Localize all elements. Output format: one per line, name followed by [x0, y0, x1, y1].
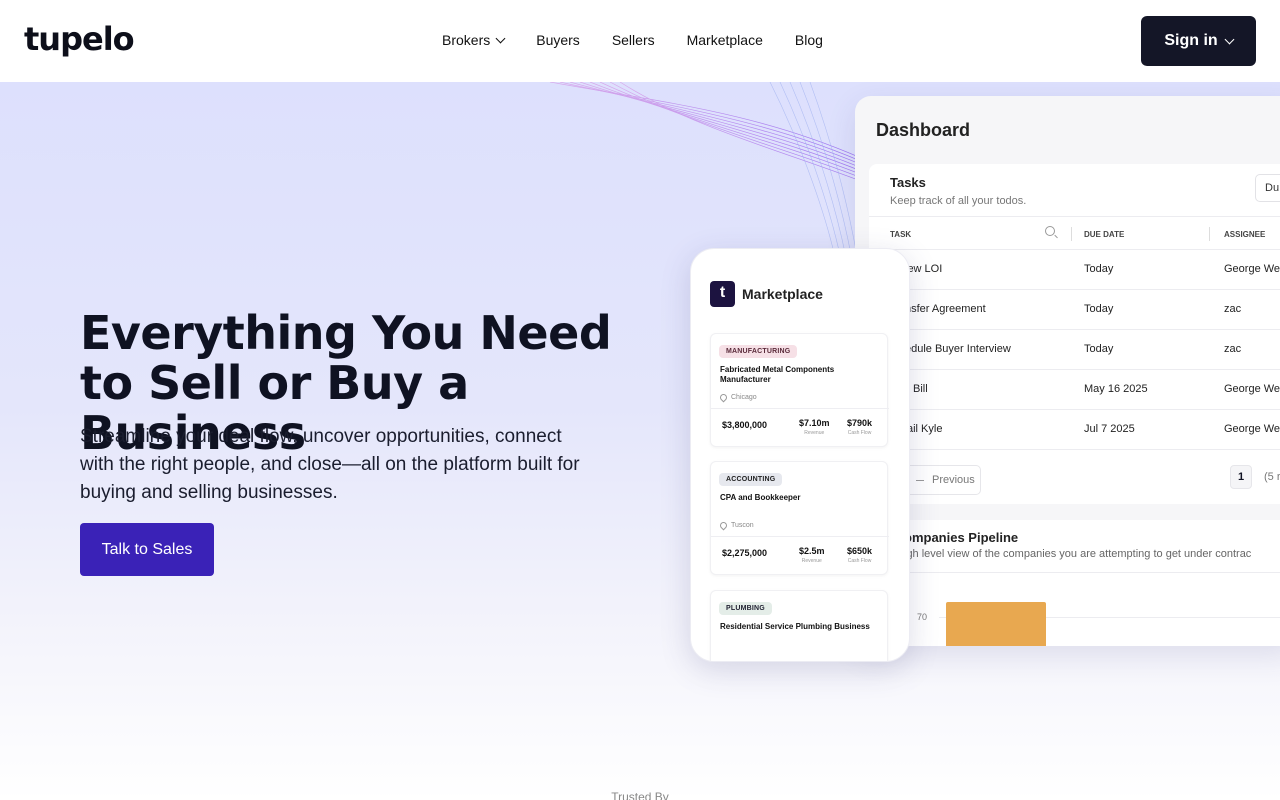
logo[interactable]: tupelo: [24, 20, 135, 58]
search-icon[interactable]: [1045, 226, 1055, 236]
column-due-date[interactable]: DUE DATE: [1084, 230, 1124, 239]
pipeline-title: ompanies Pipeline: [904, 530, 1019, 545]
hero-subline: Streamline your deal flow, uncover oppor…: [80, 426, 580, 503]
listing-price: $2,275,000: [722, 548, 768, 558]
tasks-filter-button[interactable]: Du: [1255, 174, 1280, 202]
table-row[interactable]: ail Kyle Jul 7 2025 George We: [869, 410, 1280, 450]
nav-brokers[interactable]: Brokers: [442, 32, 506, 48]
nav-marketplace[interactable]: Marketplace: [687, 32, 763, 48]
column-divider: [1209, 227, 1210, 241]
table-row[interactable]: nsfer Agreement Today zac: [869, 290, 1280, 330]
page-count: (5 r: [1264, 471, 1280, 483]
listing-card[interactable]: ACCOUNTING CPA and Bookkeeper Tuscon $2,…: [710, 461, 889, 575]
chevron-down-icon: [1224, 34, 1235, 44]
column-task[interactable]: TASK: [890, 230, 911, 239]
table-row[interactable]: edule Buyer Interview Today zac: [869, 330, 1280, 370]
listing-price: $3,800,000: [722, 420, 768, 430]
pipeline-card: ompanies Pipeline igh level view of the …: [869, 520, 1280, 646]
table-row[interactable]: Bill May 16 2025 George We: [869, 370, 1280, 410]
divider: [869, 572, 1280, 573]
arrow-left-icon: [916, 480, 924, 482]
pipeline-bar[interactable]: [946, 602, 1046, 646]
listing-location: Chicago: [718, 392, 757, 403]
listing-revenue: $2.5m Revenue: [799, 546, 825, 564]
tasks-card: Tasks Keep track of all your todos. Du T…: [869, 164, 1280, 504]
sign-in-button[interactable]: Sign in: [1141, 16, 1256, 66]
category-tag: PLUMBING: [719, 602, 772, 615]
nav-links: Brokers Buyers Sellers Marketplace Blog: [442, 32, 823, 48]
divider: [711, 536, 889, 537]
marketplace-phone-preview: t Marketplace MANUFACTURING Fabricated M…: [690, 248, 910, 662]
marketplace-title: Marketplace: [742, 286, 823, 302]
location-pin-icon: [718, 392, 729, 403]
marketplace-logo: t: [710, 281, 735, 307]
page-number[interactable]: 1: [1230, 465, 1252, 489]
category-tag: MANUFACTURING: [719, 345, 798, 358]
listing-cashflow: $790k Cash Flow: [847, 418, 873, 436]
dashboard-preview: Dashboard Tasks Keep track of all your t…: [855, 96, 1280, 646]
nav-blog[interactable]: Blog: [795, 32, 823, 48]
dashboard-title: Dashboard: [876, 120, 971, 140]
listing-name: Residential Service Plumbing Business: [720, 622, 870, 631]
listing-cashflow: $650k Cash Flow: [847, 546, 873, 564]
category-tag: ACCOUNTING: [719, 473, 783, 486]
listing-name: CPA and Bookkeeper: [720, 493, 801, 502]
tasks-table-header: TASK DUE DATE ASSIGNEE: [869, 216, 1280, 250]
tasks-subtitle: Keep track of all your todos.: [890, 195, 1027, 207]
nav-buyers[interactable]: Buyers: [536, 32, 580, 48]
pagination: Previous 1 (5 r: [869, 456, 1280, 504]
divider: [711, 408, 889, 409]
column-divider: [1071, 227, 1072, 241]
nav-sellers[interactable]: Sellers: [612, 32, 655, 48]
talk-to-sales-button[interactable]: Talk to Sales: [80, 523, 214, 576]
listing-card[interactable]: PLUMBING Residential Service Plumbing Bu…: [710, 590, 888, 661]
listing-card[interactable]: MANUFACTURING Fabricated Metal Component…: [710, 333, 889, 447]
trusted-by-heading: Trusted By: [611, 790, 669, 800]
listing-location: Tuscon: [718, 520, 754, 531]
listing-revenue: $7.10m Revenue: [799, 418, 830, 436]
top-nav: tupelo Brokers Buyers Sellers Marketplac…: [0, 0, 1280, 82]
chevron-down-icon: [495, 33, 506, 43]
location-pin-icon: [718, 520, 729, 531]
axis-tick-label: 70: [917, 612, 928, 622]
table-row[interactable]: iew LOI Today George We: [869, 250, 1280, 290]
pipeline-subtitle: igh level view of the companies you are …: [904, 548, 1252, 560]
tasks-title: Tasks: [890, 175, 926, 190]
listing-name: Fabricated Metal Components Manufacturer: [720, 365, 835, 384]
column-assignee[interactable]: ASSIGNEE: [1224, 230, 1265, 239]
